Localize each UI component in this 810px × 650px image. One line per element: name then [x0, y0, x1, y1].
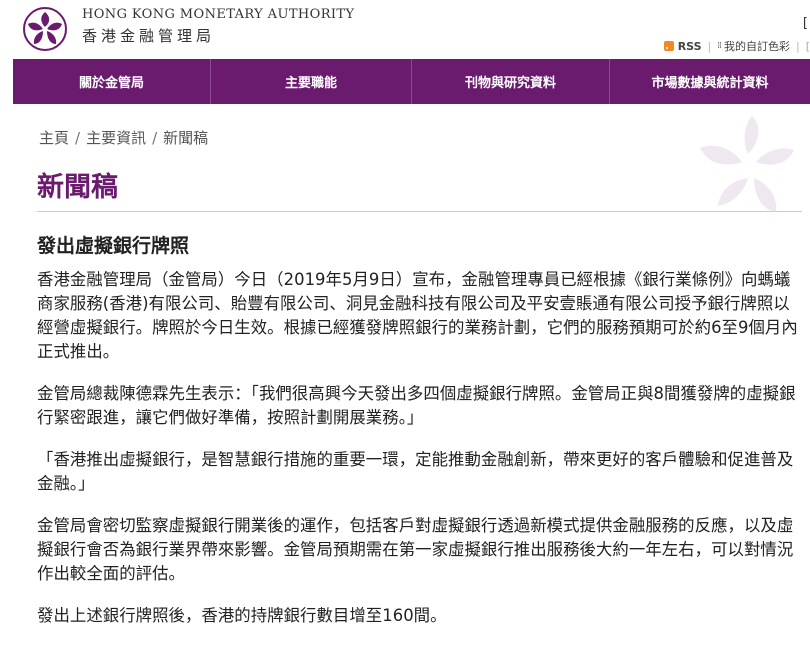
org-name-zh: 香港金融管理局: [82, 27, 216, 45]
breadcrumb-separator: /: [75, 129, 81, 147]
article-paragraph: 發出上述銀行牌照後，香港的持牌銀行數目增至160間。: [37, 606, 447, 625]
nav-item-publications[interactable]: 刊物與研究資料: [412, 59, 610, 104]
article-body: 香港金融管理局（金管局）今日（2019年5月9日）宣布，金融管理專員已經根據《銀…: [37, 268, 802, 646]
hkma-logo-icon[interactable]: [20, 6, 70, 52]
breadcrumb-home[interactable]: 主頁: [39, 129, 69, 147]
custom-color-link[interactable]: 我的自訂色彩: [724, 38, 790, 54]
main-nav: 關於金管局 主要職能 刊物與研究資料 市場數據與統計資料: [13, 59, 810, 104]
nav-item-functions[interactable]: 主要職能: [211, 59, 412, 104]
breadcrumb-current: 新聞稿: [163, 129, 209, 147]
nav-item-about[interactable]: 關於金管局: [13, 59, 211, 104]
utility-bar: RSS | ⁞⁞ 我的自訂色彩 | [: [663, 38, 810, 54]
breadcrumb-separator: /: [152, 129, 158, 147]
separator: |: [795, 39, 800, 53]
page-title: 新聞稿: [37, 172, 118, 203]
article-title: 發出虛擬銀行牌照: [37, 235, 190, 257]
palette-icon[interactable]: ⁞⁞: [717, 41, 722, 51]
site-header: HONG KONG MONETARY AUTHORITY 香港金融管理局 [ R…: [0, 0, 810, 58]
nav-item-market-data[interactable]: 市場數據與統計資料: [610, 59, 810, 104]
separator: |: [707, 39, 712, 53]
rss-icon[interactable]: [663, 41, 674, 51]
util-top-text: [: [802, 16, 808, 31]
article-paragraph: 金管局會密切監察虛擬銀行開業後的運作，包括客戶對虛擬銀行透過新模式提供金融服務的…: [37, 516, 794, 583]
article-paragraph: 「香港推出虛擬銀行，是智慧銀行措施的重要一環，定能推動金融創新，帶來更好的客戶體…: [37, 450, 794, 493]
article-paragraph: 金管局總裁陳德霖先生表示：「我們很高興今天發出多四個虛擬銀行牌照。金管局正與8間…: [37, 384, 796, 427]
bauhinia-watermark-icon: [700, 116, 794, 212]
breadcrumb-key-information[interactable]: 主要資訊: [86, 129, 146, 147]
trailing-text: [: [805, 39, 810, 53]
title-divider: [37, 211, 802, 212]
org-name-en: HONG KONG MONETARY AUTHORITY: [82, 7, 355, 22]
rss-link[interactable]: RSS: [678, 40, 702, 53]
article-paragraph: 香港金融管理局（金管局）今日（2019年5月9日）宣布，金融管理專員已經根據《銀…: [37, 270, 798, 361]
breadcrumb: 主頁 / 主要資訊 / 新聞稿: [39, 127, 208, 148]
